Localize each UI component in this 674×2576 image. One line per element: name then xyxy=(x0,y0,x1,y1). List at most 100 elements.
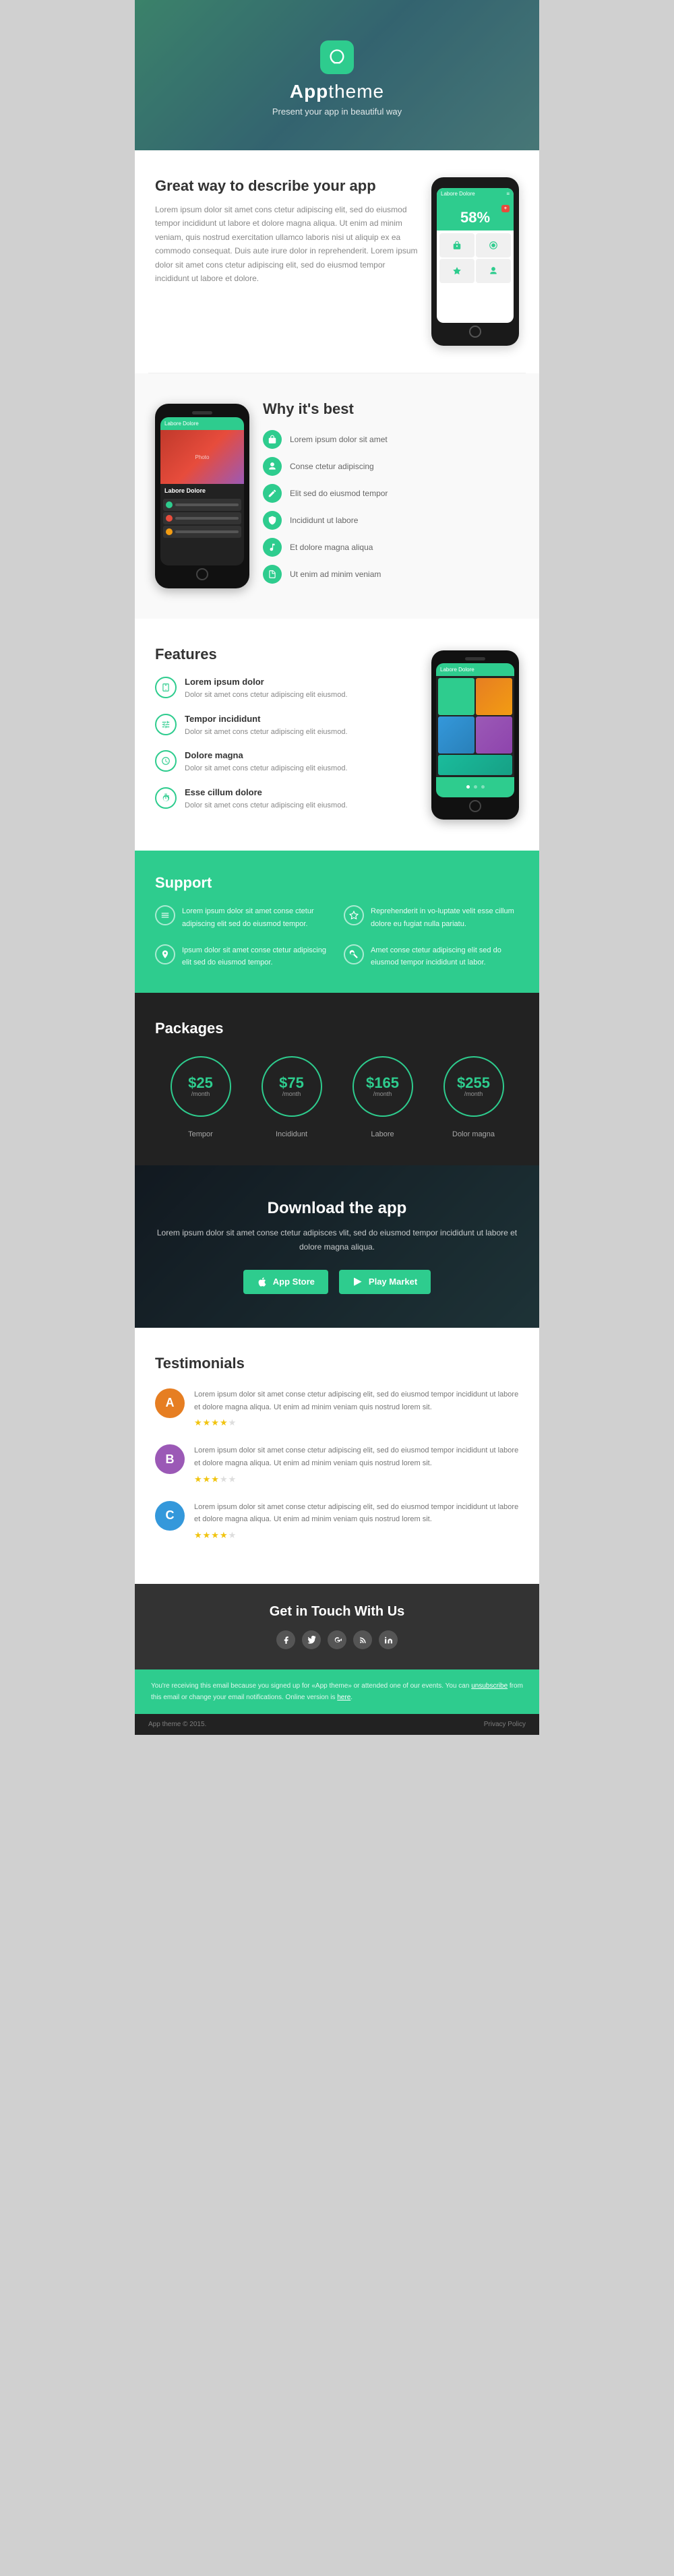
feature-title-2: Dolore magna xyxy=(185,750,348,760)
package-period-3: /month xyxy=(464,1091,483,1097)
star-icon2 xyxy=(349,911,359,920)
package-label-1: Incididunt xyxy=(262,1130,322,1138)
feature-icon-3 xyxy=(155,787,177,809)
describe-body: Lorem ipsum dolor sit amet cons ctetur a… xyxy=(155,203,418,285)
feature-text-1: Tempor incididunt Dolor sit amet cons ct… xyxy=(185,714,348,739)
screen3-cell-photo4 xyxy=(438,755,512,775)
why-item-1: Conse ctetur adipiscing xyxy=(263,457,519,476)
linkedin-icon-btn[interactable] xyxy=(379,1630,398,1649)
package-period-2: /month xyxy=(373,1091,392,1097)
package-3[interactable]: $255 /month xyxy=(443,1056,504,1117)
clock-icon xyxy=(161,756,171,766)
screen3-dot1 xyxy=(466,785,470,789)
support-text-0: Lorem ipsum dolor sit amet conse ctetur … xyxy=(182,905,330,930)
feature-icon-1 xyxy=(155,714,177,735)
package-period-0: /month xyxy=(191,1091,210,1097)
support-icon-key xyxy=(344,944,364,964)
why-item-5: Ut enim ad minim veniam xyxy=(263,565,519,584)
testimonial-2: C Lorem ipsum dolor sit amet conse ctetu… xyxy=(155,1501,519,1541)
facebook-icon-btn[interactable] xyxy=(276,1630,295,1649)
feature-title-1: Tempor incididunt xyxy=(185,714,348,724)
why-item-2: Elit sed do eiusmod tempor xyxy=(263,484,519,503)
testimonial-avatar-inner-2: C xyxy=(155,1501,185,1531)
phone-home-btn3 xyxy=(469,800,481,812)
rss-icon-btn[interactable] xyxy=(353,1630,372,1649)
describe-text-col: Great way to describe your app Lorem ips… xyxy=(155,177,418,285)
playmarket-button[interactable]: Play Market xyxy=(339,1270,431,1294)
android-icon xyxy=(353,1277,363,1287)
feature-text-2: Dolore magna Dolor sit amet cons ctetur … xyxy=(185,750,348,775)
user-icon xyxy=(489,266,498,276)
support-text-2: Ipsum dolor sit amet conse ctetur adipis… xyxy=(182,944,330,969)
support-item-2: Ipsum dolor sit amet conse ctetur adipis… xyxy=(155,944,330,969)
screen2-header: Labore Dolore xyxy=(160,417,244,430)
hero-title: Apptheme xyxy=(148,81,526,102)
testimonials-heading: Testimonials xyxy=(155,1355,519,1372)
testimonial-text-2: Lorem ipsum dolor sit amet conse ctetur … xyxy=(194,1501,519,1526)
screen2-avatar3 xyxy=(166,528,173,535)
testimonial-text-1: Lorem ipsum dolor sit amet conse ctetur … xyxy=(194,1444,519,1469)
why-item-text-3: Incididunt ut labore xyxy=(290,516,358,525)
google-icon-btn[interactable] xyxy=(328,1630,346,1649)
package-0[interactable]: $25 /month xyxy=(171,1056,231,1117)
why-icon-note xyxy=(263,565,282,584)
why-item-text-2: Elit sed do eiusmod tempor xyxy=(290,489,388,498)
phone-screen-header: Labore Dolore ≡ xyxy=(437,188,514,200)
screen3-cell-green xyxy=(438,678,474,715)
unsubscribe-link[interactable]: unsubscribe xyxy=(471,1682,508,1690)
phone-home-btn xyxy=(469,326,481,338)
features-phone-screen: Labore Dolore xyxy=(436,663,514,797)
why-phone: Labore Dolore Photo Labore Dolore xyxy=(155,404,249,588)
person-icon xyxy=(268,462,277,471)
feature-icon-0 xyxy=(155,677,177,698)
why-item-0: Lorem ipsum dolor sit amet xyxy=(263,430,519,449)
feature-title-3: Esse cillum dolore xyxy=(185,787,348,797)
phone-grid-item xyxy=(439,233,474,257)
online-version-link[interactable]: here xyxy=(337,1694,350,1701)
support-icon-location xyxy=(155,944,175,964)
why-item-text-1: Conse ctetur adipiscing xyxy=(290,462,374,471)
why-item-text-4: Et dolore magna aliqua xyxy=(290,543,373,552)
footer-bottom: App theme © 2015. Privacy Policy xyxy=(135,1714,539,1735)
appstore-button[interactable]: App Store xyxy=(243,1270,328,1294)
rss-icon xyxy=(359,1636,367,1645)
features-phone: Labore Dolore xyxy=(431,650,519,820)
phone-notch2 xyxy=(192,411,212,415)
screen2-text-line3 xyxy=(175,530,239,533)
describe-section: Great way to describe your app Lorem ips… xyxy=(135,150,539,373)
testimonial-stars-2: ★★★★★ xyxy=(194,1530,519,1541)
support-icon-star xyxy=(344,905,364,925)
privacy-policy-link[interactable]: Privacy Policy xyxy=(484,1721,526,1728)
feature-icon-2 xyxy=(155,750,177,772)
package-1[interactable]: $75 /month xyxy=(262,1056,322,1117)
testimonial-text-0: Lorem ipsum dolor sit amet conse ctetur … xyxy=(194,1388,519,1413)
testimonial-stars-0: ★★★★★ xyxy=(194,1417,519,1428)
package-label-2: Labore xyxy=(353,1130,413,1138)
apple-icon xyxy=(257,1277,268,1287)
twitter-icon-btn[interactable] xyxy=(302,1630,321,1649)
timer-icon xyxy=(161,793,171,803)
screen2-avatar xyxy=(166,501,173,508)
note-icon xyxy=(268,570,277,579)
why-heading: Why it's best xyxy=(263,400,519,418)
percent-badge: + xyxy=(501,205,510,212)
testimonial-stars-1: ★★★★★ xyxy=(194,1474,519,1485)
feature-desc-0: Dolor sit amet cons ctetur adipiscing el… xyxy=(185,689,348,702)
package-2[interactable]: $165 /month xyxy=(353,1056,413,1117)
location-icon xyxy=(160,950,170,959)
shield-icon xyxy=(268,516,277,525)
playmarket-label: Play Market xyxy=(369,1277,417,1287)
screen2-image: Photo xyxy=(160,430,244,484)
package-label-0: Tempor xyxy=(171,1130,231,1138)
screen3-bottom xyxy=(436,777,514,797)
testimonial-avatar-inner-1: B xyxy=(155,1444,185,1474)
why-icon-shield xyxy=(263,511,282,530)
support-text-3: Amet conse ctetur adipiscing elit sed do… xyxy=(371,944,519,969)
package-price-1: $75 xyxy=(279,1076,304,1091)
testimonial-avatar-2: C xyxy=(155,1501,185,1531)
download-body: Lorem ipsum dolor sit amet conse ctetur … xyxy=(155,1226,519,1254)
settings-icon xyxy=(489,241,498,250)
package-label-3: Dolor magna xyxy=(443,1130,504,1138)
package-price-0: $25 xyxy=(188,1076,213,1091)
star-icon xyxy=(452,266,462,276)
